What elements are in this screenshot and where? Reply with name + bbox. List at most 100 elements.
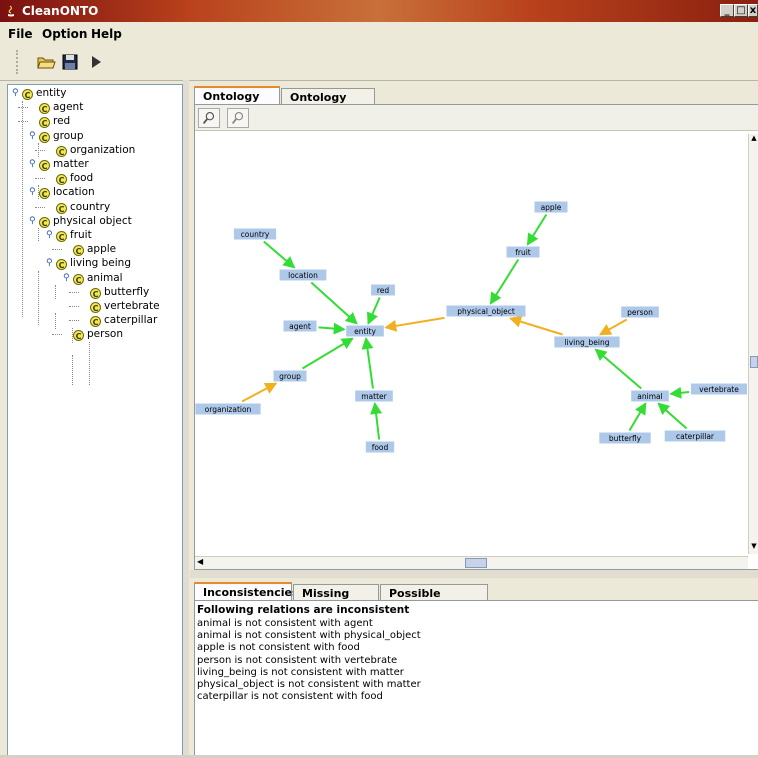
tree-node-label: butterfly	[104, 285, 150, 298]
vertical-splitter[interactable]	[183, 80, 189, 758]
tree-node-group[interactable]: Cgroup	[39, 130, 84, 143]
scroll-thumb-horizontal[interactable]	[465, 558, 487, 568]
tree-node-organization[interactable]: Corganization	[56, 144, 135, 157]
tree-node-food[interactable]: Cfood	[56, 172, 93, 186]
graph-node-vertebrate[interactable]: vertebrate	[691, 383, 747, 395]
graph-horizontal-scrollbar[interactable]: ◀	[195, 556, 748, 569]
class-icon: C	[56, 231, 67, 242]
tree-connector	[52, 249, 62, 251]
scroll-down-arrow[interactable]: ▼	[749, 542, 758, 552]
graph-edge-butterfly-animal	[628, 402, 647, 432]
graph-node-organization[interactable]: organization	[195, 403, 261, 415]
graph-node-food[interactable]: food	[365, 441, 395, 453]
graph-node-entity[interactable]: entity	[346, 325, 384, 337]
graph-node-fruit[interactable]: fruit	[506, 246, 540, 258]
graph-node-label: caterpillar	[676, 432, 715, 441]
expand-toggle-icon[interactable]: ⚲	[29, 131, 36, 141]
class-icon: C	[73, 330, 84, 342]
tree-node-caterpillar[interactable]: Ccaterpillar	[90, 314, 157, 328]
menu-help[interactable]: Help	[91, 27, 122, 41]
tab-inconsistencies[interactable]: Inconsistencies	[194, 582, 299, 602]
scroll-left-arrow[interactable]: ◀	[197, 557, 207, 569]
graph-edge-group-entity	[301, 337, 354, 370]
inconsistency-item[interactable]: caterpillar is not consistent with food	[197, 691, 383, 702]
expand-toggle-icon[interactable]: ⚲	[63, 273, 70, 283]
graph-edge-fruit-physical_object	[489, 258, 520, 305]
tree-node-matter[interactable]: Cmatter	[39, 158, 89, 171]
tree-node-butterfly[interactable]: Cbutterfly	[90, 286, 149, 299]
open-folder-icon[interactable]	[36, 52, 56, 72]
graph-node-group[interactable]: group	[273, 370, 307, 382]
graph-node-label: matter	[361, 392, 387, 401]
run-icon[interactable]	[86, 52, 106, 72]
ontology-tree-panel[interactable]: ⚲ Centity Cagent Cred ⚲ Cgroup Corganization ⚲ C…	[7, 84, 183, 757]
menu-option[interactable]: Option	[42, 27, 87, 41]
graph-node-red[interactable]: red	[371, 284, 395, 296]
minimize-button[interactable]: _	[720, 4, 734, 17]
tree-node-location[interactable]: Clocation	[39, 186, 95, 200]
inconsistency-item[interactable]: animal is not consistent with agent	[197, 618, 373, 629]
expand-toggle-icon[interactable]: ⚲	[12, 88, 19, 98]
graph-edge-apple-fruit	[526, 213, 548, 246]
class-icon: C	[39, 160, 50, 171]
tree-node-entity[interactable]: Centity	[22, 87, 66, 100]
expand-toggle-icon[interactable]: ⚲	[29, 187, 36, 197]
tab-ontology-tree[interactable]: Ontology Tree	[194, 86, 280, 121]
graph-node-label: apple	[541, 203, 562, 212]
close-button[interactable]: x	[748, 4, 758, 17]
ontology-graph[interactable]: country location red agent entity group organi…	[195, 131, 747, 555]
save-icon[interactable]	[60, 52, 80, 72]
graph-node-location[interactable]: location	[279, 269, 327, 281]
graph-node-person[interactable]: person	[621, 306, 659, 318]
graph-node-apple[interactable]: apple	[534, 201, 568, 213]
graph-vertical-scrollbar[interactable]: ▲ ▼	[748, 134, 758, 554]
inconsistency-item[interactable]: apple is not consistent with food	[197, 642, 360, 653]
scroll-up-arrow[interactable]: ▲	[749, 134, 758, 144]
toolbar-grip[interactable]	[16, 50, 22, 74]
graph-edge-vertebrate-animal	[669, 386, 690, 399]
tree-node-red[interactable]: Cred	[39, 115, 70, 129]
expand-toggle-icon[interactable]: ⚲	[46, 230, 53, 240]
graph-node-living_being[interactable]: living_being	[554, 336, 620, 348]
tree-connector	[72, 328, 73, 343]
tree-node-vertebrate[interactable]: Cvertebrate	[90, 300, 160, 313]
inconsistency-item[interactable]: physical_object is not consistent with m…	[197, 679, 421, 690]
tree-connector	[18, 107, 28, 109]
expand-toggle-icon[interactable]: ⚲	[46, 258, 53, 268]
zoom-out-icon[interactable]	[227, 108, 249, 128]
menu-file[interactable]: File	[8, 27, 33, 41]
tree-node-physical-object[interactable]: Cphysical object	[39, 215, 132, 228]
title-bar[interactable]: CleanONTO _ □ x	[0, 0, 758, 22]
graph-node-country[interactable]: country	[233, 228, 277, 240]
inconsistency-item[interactable]: living_being is not consistent with matt…	[197, 667, 404, 678]
tree-connector	[38, 143, 39, 157]
tree-connector	[38, 228, 39, 241]
tree-node-fruit[interactable]: Cfruit	[56, 229, 92, 242]
maximize-button[interactable]: □	[734, 4, 748, 17]
expand-toggle-icon[interactable]: ⚲	[29, 159, 36, 169]
tree-node-agent[interactable]: Cagent	[39, 101, 83, 115]
expand-toggle-icon[interactable]: ⚲	[29, 216, 36, 226]
horizontal-splitter[interactable]	[190, 570, 758, 578]
graph-node-butterfly[interactable]: butterfly	[599, 432, 651, 444]
tree-node-person[interactable]: Cperson	[73, 328, 123, 342]
class-icon: C	[56, 259, 67, 271]
scroll-thumb[interactable]	[750, 356, 758, 368]
graph-node-animal[interactable]: animal	[631, 390, 669, 402]
graph-node-caterpillar[interactable]: caterpillar	[664, 430, 726, 442]
inconsistency-item[interactable]: animal is not consistent with physical_o…	[197, 630, 421, 641]
graph-node-agent[interactable]: agent	[283, 320, 317, 332]
class-icon: C	[39, 188, 50, 200]
inconsistency-item[interactable]: person is not consistent with vertebrate	[197, 655, 397, 666]
tree-node-animal[interactable]: Canimal	[73, 272, 123, 285]
tree-node-apple[interactable]: Capple	[73, 243, 116, 257]
tree-node-country[interactable]: Ccountry	[56, 201, 110, 214]
graph-node-physical_object[interactable]: physical_object	[446, 305, 526, 317]
class-icon: C	[39, 117, 50, 129]
graph-node-label: living_being	[565, 338, 610, 347]
zoom-in-icon[interactable]	[198, 108, 220, 128]
tree-node-living-being[interactable]: Cliving being	[56, 257, 131, 271]
graph-edge-red-entity	[367, 297, 381, 325]
graph-node-matter[interactable]: matter	[355, 390, 393, 402]
tree-node-label: animal	[87, 271, 123, 284]
